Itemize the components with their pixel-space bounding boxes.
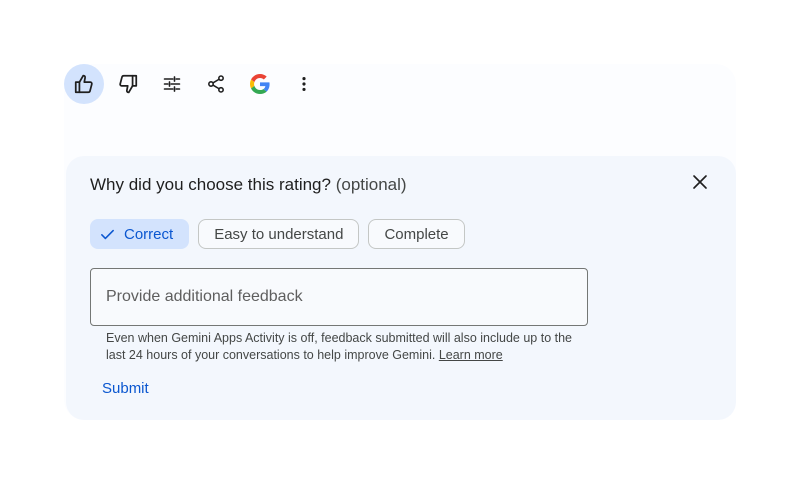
thumb-up-button[interactable] [64,64,104,104]
google-search-button[interactable] [240,64,280,104]
feedback-disclaimer: Even when Gemini Apps Activity is off, f… [106,330,576,364]
feedback-title: Why did you choose this rating? (optiona… [90,175,407,195]
check-icon [99,226,116,243]
chip-label: Easy to understand [214,225,344,243]
tune-button[interactable] [152,64,192,104]
google-icon [250,74,270,94]
thumb-down-icon [119,74,138,94]
learn-more-link[interactable]: Learn more [439,348,503,362]
close-icon [693,175,707,189]
feedback-title-optional: (optional) [335,175,407,194]
share-icon [208,75,224,93]
additional-feedback-input[interactable] [90,268,588,326]
response-area: Why did you choose this rating? (optiona… [0,0,800,488]
response-actions-toolbar [64,64,328,104]
chip-complete[interactable]: Complete [368,219,465,249]
more-vert-icon [302,77,306,91]
rating-reason-chips: Correct Easy to understand Complete [90,219,474,249]
chip-correct[interactable]: Correct [90,219,190,249]
more-options-button[interactable] [284,64,324,104]
chip-label: Complete [384,225,449,243]
feedback-card: Why did you choose this rating? (optiona… [66,156,736,420]
thumb-up-icon [74,74,93,94]
submit-button[interactable]: Submit [102,380,149,397]
tune-icon [163,76,181,92]
share-button[interactable] [196,64,236,104]
chip-label: Correct [124,225,174,243]
close-button[interactable] [686,168,714,196]
chip-easy-to-understand[interactable]: Easy to understand [198,219,360,249]
thumb-down-button[interactable] [108,64,148,104]
feedback-title-text: Why did you choose this rating? [90,175,331,194]
